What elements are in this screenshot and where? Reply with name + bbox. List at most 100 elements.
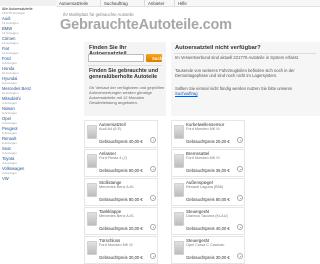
details-icon[interactable] xyxy=(150,137,156,143)
product-thumbnail[interactable] xyxy=(87,241,97,255)
sidebar-item-label[interactable]: VW xyxy=(2,176,9,181)
product-vehicle: Mercedes Benz A-Kl. xyxy=(99,185,135,189)
product-card[interactable]: Tankklappe Mercedes Benz A-Kl. Gebrauchtpr… xyxy=(84,207,158,235)
product-price: Gebrauchtpreis 40,00 € xyxy=(99,139,143,144)
product-card[interactable]: Steuergerät Daewoo Tacuma (KLAU) Gebraucht… xyxy=(171,207,245,235)
details-icon[interactable] xyxy=(150,195,156,201)
product-thumbnail[interactable] xyxy=(174,212,184,226)
notfound-suchauftrag-link[interactable]: Suchauftrag xyxy=(175,91,198,96)
product-card[interactable]: Autoersatzteil Audi A4 (8 E) Gebrauchtprei… xyxy=(84,120,158,148)
product-price: Gebrauchtpreis 40,00 € xyxy=(186,226,230,231)
sidebar-item-count: 9 Anzeigen xyxy=(2,110,17,115)
sidebar-item-count: 9 Anzeigen xyxy=(2,80,17,85)
sidebar-item-count: 15 Anzeigen xyxy=(2,20,19,25)
sidebar-item[interactable]: Mercedes Benz 10 Anzeigen xyxy=(0,86,56,96)
sidebar-item-count: 10 Anzeigen xyxy=(2,90,19,95)
product-vehicle: Audi A4 (8 E) xyxy=(99,127,122,131)
notfound-panel: Autoersatzteil nicht verfügbar? Im Verwe… xyxy=(171,42,320,116)
product-thumbnail[interactable] xyxy=(174,183,184,197)
sidebar-item-count: 3 Anzeigen xyxy=(2,60,17,65)
product-card[interactable]: Bremssattel Ford Mondeo MK III Gebrauchtpr… xyxy=(171,149,245,177)
nav-hilfe[interactable]: Hilfe xyxy=(174,0,190,7)
sidebar-item[interactable]: Mitsubishi 4 Anzeigen xyxy=(0,96,56,106)
notfound-paragraph-1: Im Verwertverbund sind aktuell 221776 Au… xyxy=(175,55,300,60)
sidebar-item[interactable]: Toyota 4 Anzeigen xyxy=(0,156,56,166)
details-icon[interactable] xyxy=(237,195,243,201)
sidebar-item-count: 6 Anzeigen xyxy=(2,140,17,145)
product-card[interactable]: Steuergerät Opel Corsa C Caravan Gebraucht… xyxy=(171,236,245,264)
sidebar-item-count: 4 Anzeigen xyxy=(2,100,17,105)
details-icon[interactable] xyxy=(150,253,156,259)
search-description: Ob Verkauf der verfügbaren und geprüften… xyxy=(89,85,165,105)
sidebar-item[interactable]: Citroen 12 Anzeigen xyxy=(0,36,56,46)
details-icon[interactable] xyxy=(237,224,243,230)
product-price: Gebrauchtpreis 30,00 € xyxy=(99,255,143,260)
sidebar-item[interactable]: Peugeot 5 Anzeigen xyxy=(0,126,56,136)
sidebar-item-count: 12 Anzeigen xyxy=(2,30,19,35)
sidebar-item[interactable]: BMW 12 Anzeigen xyxy=(0,26,56,36)
product-vehicle: Mercedes Benz A-Kl. xyxy=(99,214,135,218)
details-icon[interactable] xyxy=(237,166,243,172)
sidebar-item[interactable]: Seat 3 Anzeigen xyxy=(0,146,56,156)
product-thumbnail[interactable] xyxy=(87,125,97,139)
details-icon[interactable] xyxy=(237,253,243,259)
sidebar-item[interactable]: Opel 3 Anzeigen xyxy=(0,116,56,126)
site-logo[interactable]: GebrauchteAutoteile.com xyxy=(60,17,232,33)
product-thumbnail[interactable] xyxy=(174,241,184,255)
sidebar-all-items[interactable]: Alle Autoersatzteile 151770 Anzeigen xyxy=(0,6,56,16)
sidebar-item-count: 10 Anzeigen xyxy=(2,70,19,75)
sidebar-item[interactable]: Honda 10 Anzeigen xyxy=(0,66,56,76)
product-thumbnail[interactable] xyxy=(87,183,97,197)
product-price: Gebrauchtpreis 60,00 € xyxy=(99,168,143,173)
sidebar-item[interactable]: Ford 3 Anzeigen xyxy=(0,56,56,66)
sidebar-item[interactable]: Nissan 9 Anzeigen xyxy=(0,106,56,116)
nav-autoersatzteile[interactable]: Autoersatzteile xyxy=(56,0,91,7)
sidebar: Alle Autoersatzteile 151770 Anzeigen Aud… xyxy=(0,0,56,240)
sidebar-item-count: 12 Anzeigen xyxy=(2,40,19,45)
search-divider xyxy=(88,65,162,66)
product-card[interactable]: Stoßstange Mercedes Benz A-Kl. Gebrauchtpr… xyxy=(84,178,158,206)
product-price: Gebrauchtpreis 30,00 € xyxy=(186,255,230,260)
product-card[interactable]: Außenspiegel Renault Laguna (B56) Gebrauch… xyxy=(171,178,245,206)
sidebar-item[interactable]: Renault 6 Anzeigen xyxy=(0,136,56,146)
search-button[interactable]: Suchen xyxy=(146,54,167,62)
product-card[interactable]: Türschloss Ford Mondeo MK III Gebrauchtpre… xyxy=(84,236,158,264)
product-thumbnail[interactable] xyxy=(174,125,184,139)
details-icon[interactable] xyxy=(237,137,243,143)
details-icon[interactable] xyxy=(150,166,156,172)
product-vehicle: Ford Mondeo MK III xyxy=(99,243,133,247)
sidebar-item[interactable]: Hyundai 9 Anzeigen xyxy=(0,76,56,86)
product-thumbnail[interactable] xyxy=(87,154,97,168)
product-vehicle: Ford Fiesta 4 (J) xyxy=(99,156,127,160)
header: Ihr Marktplatz für gebrauchte Autoteile … xyxy=(60,12,260,34)
sidebar-item[interactable]: Fiat 11 Anzeigen xyxy=(0,46,56,56)
product-vehicle: Renault Laguna (B56) xyxy=(186,185,224,189)
sidebar-item-count: 11 Anzeigen xyxy=(2,50,19,55)
nav-suchauftrag[interactable]: Suchauftrag xyxy=(100,0,131,7)
product-price: Gebrauchtpreis 80,00 € xyxy=(99,197,143,202)
product-card[interactable]: Anlasser Ford Fiesta 4 (J) Gebrauchtpreis … xyxy=(84,149,158,177)
search-panel: Finden Sie Ihr Autoersatzteil Suchen Fin… xyxy=(84,42,167,116)
product-price: Gebrauchtpreis 25,00 € xyxy=(186,139,230,144)
sidebar-item-count: 3 Anzeigen xyxy=(2,120,17,125)
sidebar-item-count: 3 Anzeigen xyxy=(2,170,17,175)
sidebar-all-count: 151770 Anzeigen xyxy=(2,11,26,15)
details-icon[interactable] xyxy=(150,224,156,230)
sidebar-item[interactable]: VW xyxy=(0,176,56,183)
product-vehicle: Daewoo Tacuma (KLAU) xyxy=(186,214,228,218)
product-price: Gebrauchtpreis 35,00 € xyxy=(186,168,230,173)
sidebar-item-count: 3 Anzeigen xyxy=(2,150,17,155)
notfound-paragraph-2: Tausende von weiteren Fahrzeugteilen bef… xyxy=(175,68,295,78)
product-vehicle: Ford Mondeo MK III xyxy=(186,156,220,160)
sidebar-item[interactable]: Audi 15 Anzeigen xyxy=(0,16,56,26)
search-heading: Finden Sie gebrauchte und generalüberhol… xyxy=(89,68,159,80)
product-thumbnail[interactable] xyxy=(174,154,184,168)
search-input[interactable] xyxy=(88,54,144,62)
nav-anbieter[interactable]: Anbieter xyxy=(144,0,167,7)
product-price: Gebrauchtpreis 80,00 € xyxy=(186,197,230,202)
product-vehicle: Opel Corsa C Caravan xyxy=(186,243,225,247)
product-thumbnail[interactable] xyxy=(87,212,97,226)
product-card[interactable]: Kurbelwellensensor Ford Mondeo MK III Gebr… xyxy=(171,120,245,148)
notfound-paragraph-3: Sollten Sie einmal nicht fündig werden n… xyxy=(175,86,315,97)
sidebar-item[interactable]: Volkswagen 3 Anzeigen xyxy=(0,166,56,176)
